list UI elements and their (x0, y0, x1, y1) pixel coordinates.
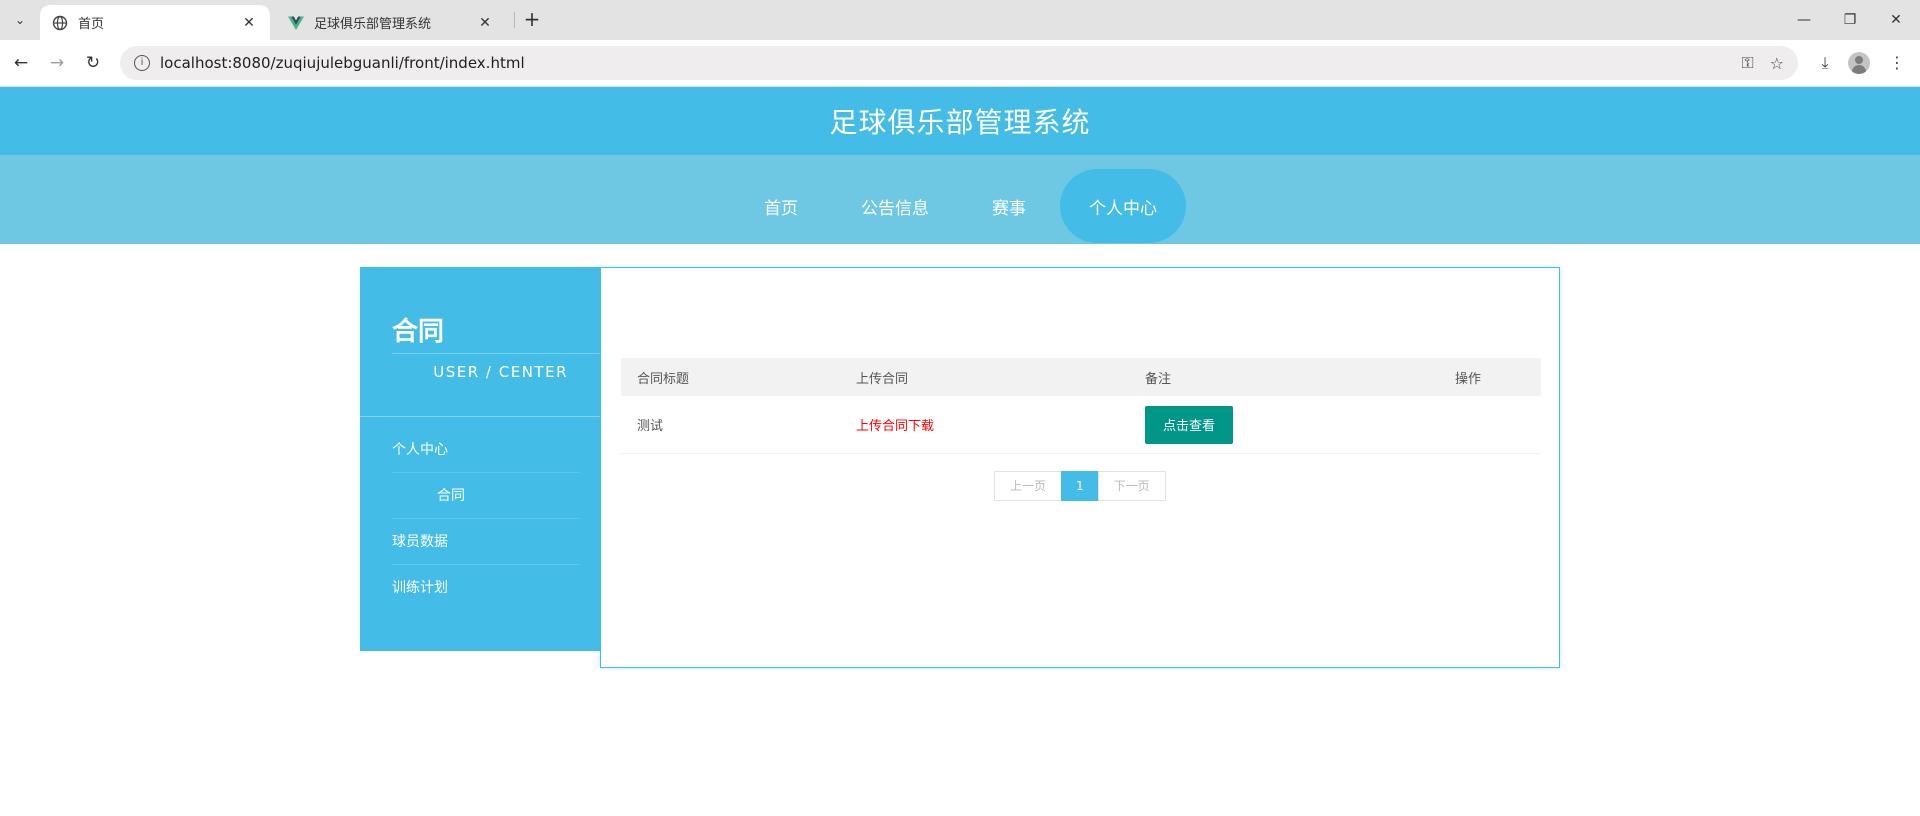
nav-item-home[interactable]: 首页 (744, 169, 818, 243)
url-text[interactable]: localhost:8080/zuqiujulebguanli/front/in… (160, 54, 1725, 72)
contract-table: 合同标题 上传合同 备注 操作 测试 上传合同下载 点击查看 (621, 358, 1541, 454)
next-page-button[interactable]: 下一页 (1097, 471, 1166, 501)
tab-search-chevron-icon[interactable]: ⌄ (8, 8, 32, 32)
sidebar-subtitle: USER / CENTER (433, 363, 568, 381)
back-arrow-icon[interactable]: ← (8, 50, 34, 76)
column-header-title: 合同标题 (637, 371, 690, 387)
nav-item-matches[interactable]: 赛事 (972, 169, 1046, 243)
password-key-icon[interactable]: ⚿ (1741, 53, 1753, 73)
tab-system[interactable]: 足球俱乐部管理系统 ✕ (276, 5, 506, 40)
sidebar-item-contract[interactable]: 合同 (392, 473, 580, 519)
close-icon[interactable]: ✕ (240, 15, 258, 31)
reload-icon[interactable]: ↻ (80, 50, 106, 76)
table-row: 测试 上传合同下载 点击查看 (621, 396, 1541, 454)
new-tab-plus-icon[interactable]: + (520, 8, 544, 32)
more-menu-icon[interactable]: ⋮ (1884, 50, 1910, 76)
globe-icon (52, 15, 68, 30)
bookmark-star-icon[interactable]: ☆ (1770, 54, 1784, 73)
tab-home[interactable]: 首页 ✕ (40, 5, 270, 40)
column-header-upload: 上传合同 (856, 371, 909, 387)
column-header-remark: 备注 (1145, 371, 1172, 387)
profile-avatar-icon[interactable] (1848, 52, 1870, 74)
view-button[interactable]: 点击查看 (1145, 405, 1234, 444)
tab-separator (514, 12, 515, 28)
browser-toolbar: ← → ↻ i localhost:8080/zuqiujulebguanli/… (0, 40, 1920, 87)
sidebar-item-user-center[interactable]: 个人中心 (392, 427, 580, 473)
pagination: 上一页 1 下一页 (994, 471, 1166, 501)
nav-item-announcements[interactable]: 公告信息 (848, 169, 942, 243)
page-number-current[interactable]: 1 (1061, 471, 1099, 501)
download-contract-link[interactable]: 上传合同下载 (856, 396, 934, 453)
contract-title: 测试 (637, 419, 664, 434)
nav-item-user-center[interactable]: 个人中心 (1060, 169, 1186, 243)
table-header: 合同标题 上传合同 备注 操作 (621, 358, 1541, 396)
restore-icon[interactable]: ❐ (1838, 8, 1862, 32)
site-header: 足球俱乐部管理系统 (0, 87, 1920, 155)
address-bar[interactable]: i localhost:8080/zuqiujulebguanli/front/… (120, 46, 1798, 80)
content-panel: 合同标题 上传合同 备注 操作 测试 上传合同下载 点击查看 上一页 1 下一页 (600, 267, 1560, 668)
remark-cell: 点击查看 (1145, 396, 1234, 453)
sidebar-item-player-data[interactable]: 球员数据 (392, 519, 580, 565)
close-icon[interactable]: ✕ (476, 15, 494, 31)
divider (392, 353, 600, 354)
column-header-action: 操作 (1455, 371, 1482, 387)
vue-logo-icon (288, 16, 304, 30)
browser-tab-strip: ⌄ 首页 ✕ 足球俱乐部管理系统 ✕ + — ❐ ✕ (0, 0, 1920, 40)
site-title: 足球俱乐部管理系统 (829, 106, 1091, 139)
close-window-icon[interactable]: ✕ (1884, 8, 1908, 32)
download-icon[interactable]: ⤓ (1812, 50, 1838, 76)
sidebar: 合同 USER / CENTER 个人中心 合同 球员数据 训练计划 (360, 267, 600, 651)
tab-title: 足球俱乐部管理系统 (314, 17, 432, 32)
sidebar-item-training-plan[interactable]: 训练计划 (392, 565, 580, 611)
main-nav: 首页 公告信息 赛事 个人中心 (0, 155, 1920, 244)
prev-page-button[interactable]: 上一页 (994, 471, 1063, 501)
minimize-icon[interactable]: — (1792, 8, 1816, 32)
tab-title: 首页 (78, 17, 105, 32)
site-info-icon[interactable]: i (134, 55, 150, 71)
forward-arrow-icon[interactable]: → (44, 50, 70, 76)
sidebar-title: 合同 (392, 317, 445, 347)
divider (360, 416, 600, 417)
